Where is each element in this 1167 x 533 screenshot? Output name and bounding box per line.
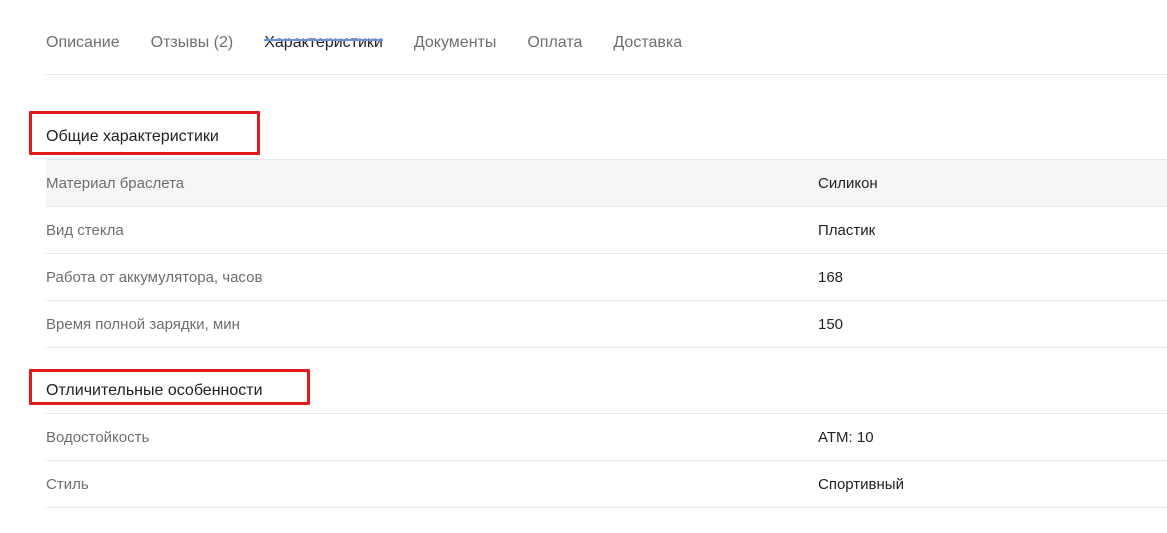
spec-value: 168 <box>818 268 844 286</box>
table-row: Вид стекла Пластик <box>46 207 1167 254</box>
spec-table-features: Водостойкость ATM: 10 Стиль Спортивный <box>46 413 1167 508</box>
spec-value: 150 <box>818 315 844 333</box>
spec-value: Пластик <box>818 221 876 239</box>
table-row: Материал браслета Силикон <box>46 160 1167 207</box>
spec-name: Водостойкость <box>46 428 150 446</box>
product-tabs: Описание Отзывы (2) Характеристики Докум… <box>46 0 1167 75</box>
spec-table-general: Материал браслета Силикон Вид стекла Пла… <box>46 159 1167 348</box>
spec-value: ATM: 10 <box>818 428 874 446</box>
tab-documents[interactable]: Документы <box>414 0 496 51</box>
highlight-box-general <box>29 111 260 155</box>
spec-name: Вид стекла <box>46 221 124 239</box>
table-row: Время полной зарядки, мин 150 <box>46 301 1167 348</box>
tab-specifications[interactable]: Характеристики <box>264 0 383 51</box>
spec-value: Спортивный <box>818 475 904 493</box>
tab-payment[interactable]: Оплата <box>527 0 582 51</box>
table-row: Работа от аккумулятора, часов 168 <box>46 254 1167 301</box>
spec-value: Силикон <box>818 174 878 192</box>
spec-name: Работа от аккумулятора, часов <box>46 268 263 286</box>
spec-name: Материал браслета <box>46 174 185 192</box>
table-row: Стиль Спортивный <box>46 461 1167 508</box>
tab-delivery[interactable]: Доставка <box>613 0 682 51</box>
spec-name: Стиль <box>46 475 89 493</box>
spec-name: Время полной зарядки, мин <box>46 315 240 333</box>
table-row: Водостойкость ATM: 10 <box>46 414 1167 461</box>
tab-description[interactable]: Описание <box>46 0 120 51</box>
tab-reviews[interactable]: Отзывы (2) <box>151 0 234 51</box>
highlight-box-features <box>29 369 310 405</box>
